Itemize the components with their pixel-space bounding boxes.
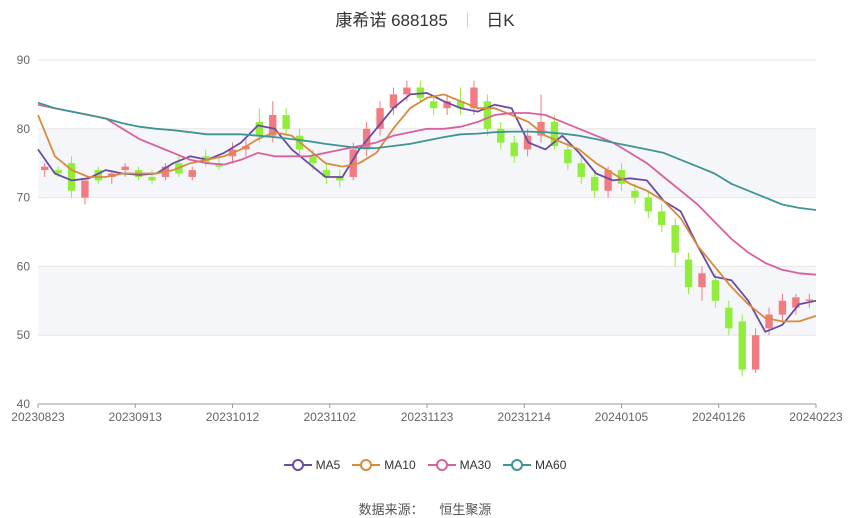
kline-chart-container: 康希诺 688185 日K 40 50 60 70 80 90 20230823 202309… <box>0 0 850 517</box>
kline-chart: 40 50 60 70 80 90 20230823 20230913 20231012 2023… <box>11 53 843 424</box>
candle-up <box>188 170 196 177</box>
legend-label: MA30 <box>459 458 492 472</box>
legend: MA5 MA10 MA30 MA60 <box>0 458 850 472</box>
candle-down <box>564 149 572 164</box>
candle-down <box>282 115 290 129</box>
candle-down <box>671 225 679 253</box>
candle-down <box>738 321 746 370</box>
source-label: 数据来源： <box>358 502 424 517</box>
candle-up <box>376 108 384 129</box>
legend-label: MA10 <box>384 458 416 472</box>
legend-marker-icon <box>283 459 312 471</box>
candle-down <box>711 280 720 301</box>
candle-up <box>41 166 49 171</box>
candle-up <box>121 166 129 171</box>
candle-down <box>255 121 264 136</box>
y-tick-label: 50 <box>17 328 31 342</box>
legend-label: MA60 <box>535 458 567 472</box>
legend-marker-icon <box>352 459 381 471</box>
candle-down <box>497 128 505 143</box>
candle-down <box>309 156 317 164</box>
x-tick-label: 20231123 <box>401 410 454 424</box>
x-tick-label: 20240223 <box>789 410 843 424</box>
candle-down <box>483 101 492 129</box>
candle-down <box>644 197 653 212</box>
candle-down <box>430 101 438 109</box>
legend-item-ma5[interactable]: MA5 <box>283 458 341 472</box>
candle-down <box>684 259 693 288</box>
candle-down <box>510 142 518 157</box>
legend-item-ma30[interactable]: MA30 <box>427 458 492 472</box>
candle-up <box>765 314 773 329</box>
candle-up <box>81 180 89 198</box>
legend-label: MA5 <box>315 458 341 472</box>
candle-down <box>631 190 639 198</box>
x-tick-label: 20231214 <box>498 410 552 424</box>
y-tick-label: 60 <box>17 259 31 273</box>
source-value: 恒生聚源 <box>439 502 492 517</box>
candle-up <box>751 335 760 370</box>
candle-up <box>403 87 411 95</box>
legend-marker-icon <box>503 459 532 471</box>
y-tick-label: 80 <box>17 122 31 136</box>
legend-item-ma60[interactable]: MA60 <box>503 458 566 472</box>
candle-up <box>805 299 813 301</box>
candle-down <box>725 307 733 329</box>
candle-down <box>577 163 585 177</box>
candle-up <box>778 300 787 315</box>
legend-marker-icon <box>427 459 456 471</box>
candle-down <box>590 176 599 191</box>
y-tick-label: 70 <box>17 191 31 205</box>
candle-down <box>148 176 156 181</box>
x-tick-label: 20230913 <box>109 410 163 424</box>
candle-up <box>698 273 706 288</box>
x-tick-label: 20240105 <box>595 410 649 424</box>
x-tick-label: 20230823 <box>11 410 65 424</box>
data-source: 数据来源： 恒生聚源 <box>0 499 850 518</box>
legend-item-ma10[interactable]: MA10 <box>352 458 416 472</box>
x-tick-label: 20231102 <box>304 410 357 424</box>
x-tick-label: 20240126 <box>692 410 746 424</box>
x-tick-label: 20231012 <box>206 410 260 424</box>
y-tick-label: 40 <box>17 397 31 411</box>
grid-band <box>38 128 816 198</box>
candle-down <box>658 211 666 226</box>
y-tick-label: 90 <box>17 53 31 67</box>
